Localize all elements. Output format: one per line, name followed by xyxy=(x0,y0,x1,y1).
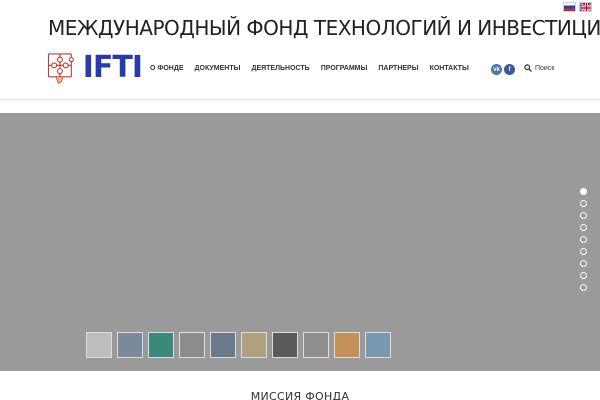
social-links: vk f xyxy=(491,64,515,75)
slider-dot[interactable] xyxy=(580,260,587,267)
main-nav: О ФОНДЕ ДОКУМЕНТЫ ДЕЯТЕЛЬНОСТЬ ПРОГРАММЫ… xyxy=(150,65,469,72)
slider-thumbnail[interactable] xyxy=(148,332,174,358)
slider-dot[interactable] xyxy=(580,212,587,219)
slider-thumbnail[interactable] xyxy=(303,332,329,358)
slider-dot[interactable] xyxy=(580,188,587,195)
vk-icon[interactable]: vk xyxy=(491,64,502,75)
slider-dot[interactable] xyxy=(580,224,587,231)
site-title: МЕЖДУНАРОДНЫЙ ФОНД ТЕХНОЛОГИЙ И ИНВЕСТИЦ… xyxy=(48,16,600,40)
slider-thumbnail[interactable] xyxy=(210,332,236,358)
nav-item-about[interactable]: О ФОНДЕ xyxy=(150,65,184,72)
slider-thumbnail[interactable] xyxy=(241,332,267,358)
site-logo[interactable]: IFTI xyxy=(46,44,143,90)
slider-thumbnails xyxy=(86,332,391,358)
nav-item-contacts[interactable]: КОНТАКТЫ xyxy=(430,65,469,72)
ru-flag-icon[interactable] xyxy=(563,2,576,12)
nav-item-partners[interactable]: ПАРТНЕРЫ xyxy=(378,65,418,72)
puzzle-logo-icon xyxy=(47,53,74,84)
search-label: Поиск xyxy=(535,64,555,72)
slider-dot[interactable] xyxy=(580,284,587,291)
mission-heading: МИССИЯ ФОНДА xyxy=(250,390,350,400)
slider-thumbnail[interactable] xyxy=(179,332,205,358)
logo-text: IFTI xyxy=(82,49,143,85)
site-header: МЕЖДУНАРОДНЫЙ ФОНД ТЕХНОЛОГИЙ И ИНВЕСТИЦ… xyxy=(0,0,600,100)
slider-dot[interactable] xyxy=(580,236,587,243)
hero-slider xyxy=(0,113,600,371)
slider-dot[interactable] xyxy=(580,248,587,255)
gb-flag-icon[interactable] xyxy=(579,2,592,12)
slider-thumbnail[interactable] xyxy=(86,332,112,358)
slider-thumbnail[interactable] xyxy=(272,332,298,358)
slider-thumbnail[interactable] xyxy=(365,332,391,358)
nav-item-documents[interactable]: ДОКУМЕНТЫ xyxy=(195,65,241,72)
slider-dot[interactable] xyxy=(580,200,587,207)
nav-item-programs[interactable]: ПРОГРАММЫ xyxy=(321,65,368,72)
slider-dots xyxy=(580,188,587,291)
facebook-icon[interactable]: f xyxy=(504,64,515,75)
search-button[interactable]: Поиск xyxy=(524,64,554,72)
language-switcher xyxy=(563,2,592,12)
slider-dot[interactable] xyxy=(580,272,587,279)
nav-item-activity[interactable]: ДЕЯТЕЛЬНОСТЬ xyxy=(251,65,309,72)
slider-thumbnail[interactable] xyxy=(334,332,360,358)
slider-thumbnail[interactable] xyxy=(117,332,143,358)
search-icon xyxy=(524,64,532,72)
